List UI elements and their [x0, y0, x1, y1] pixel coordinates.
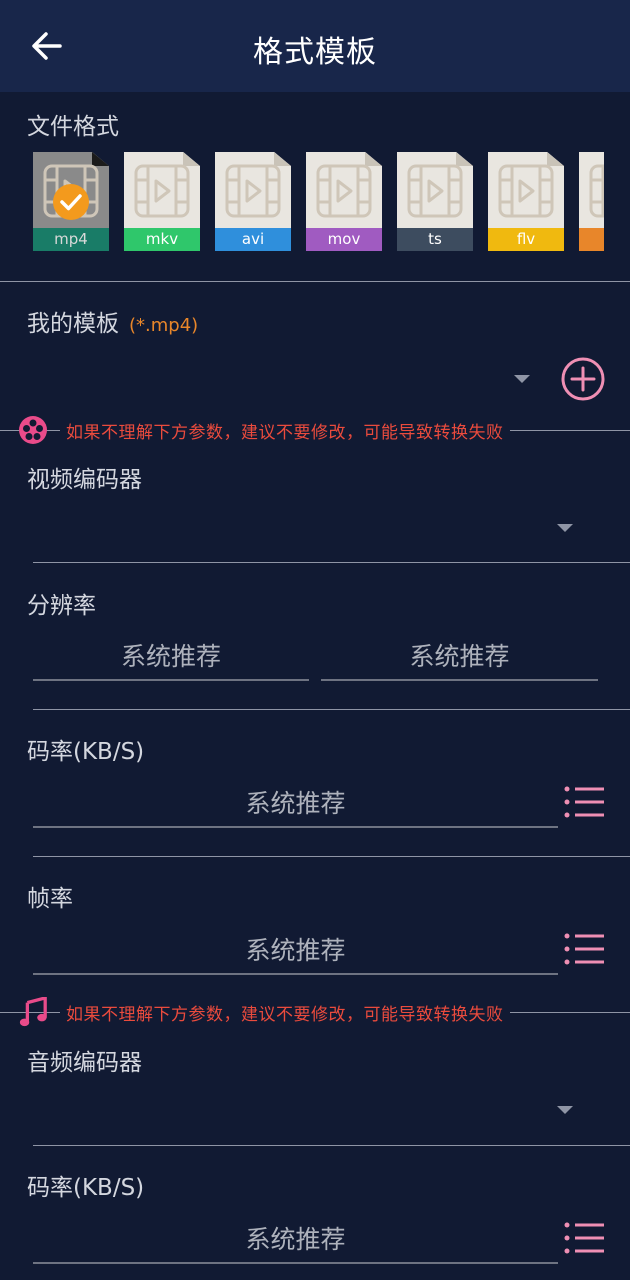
video-file-icon — [589, 164, 604, 218]
audio-codec-dropdown-arrow[interactable] — [557, 1106, 573, 1114]
format-label: ts — [397, 228, 473, 251]
page-title: 格式模板 — [253, 35, 377, 70]
resolution-height-input[interactable]: 系统推荐 — [321, 635, 598, 681]
list-icon[interactable] — [563, 932, 605, 966]
video-codec-dropdown-arrow[interactable] — [557, 524, 573, 532]
my-template-label: 我的模板 (*.mp4) — [27, 311, 199, 337]
divider — [0, 281, 630, 282]
format-item-mkv[interactable]: mkv — [124, 152, 200, 251]
video-file-icon — [498, 164, 554, 218]
format-label: mov — [306, 228, 382, 251]
template-dropdown-arrow[interactable] — [514, 375, 530, 383]
audio-bitrate-label: 码率(KB/S) — [27, 1175, 145, 1201]
format-item-w[interactable]: w — [579, 152, 604, 251]
music-note-icon — [19, 997, 47, 1027]
video-file-icon — [134, 164, 190, 218]
video-warning-text: 如果不理解下方参数，建议不要修改，可能导致转换失败 — [60, 418, 510, 443]
format-label: mp4 — [33, 228, 109, 251]
video-codec-label: 视频编码器 — [27, 467, 142, 493]
audio-warning: 如果不理解下方参数，建议不要修改，可能导致转换失败 — [0, 997, 630, 1027]
video-bitrate-label: 码率(KB/S) — [27, 739, 145, 765]
video-warning: 如果不理解下方参数，建议不要修改，可能导致转换失败 — [0, 415, 630, 445]
format-item-ts[interactable]: ts — [397, 152, 473, 251]
check-circle-icon — [53, 184, 89, 220]
format-label: w — [579, 228, 604, 251]
format-label: mkv — [124, 228, 200, 251]
format-item-avi[interactable]: avi — [215, 152, 291, 251]
template-extension: (*.mp4) — [129, 315, 199, 336]
film-reel-icon — [19, 416, 47, 444]
video-bitrate-input[interactable]: 系统推荐 — [33, 782, 558, 828]
audio-bitrate-input[interactable]: 系统推荐 — [33, 1218, 558, 1264]
divider — [33, 856, 630, 857]
plus-circle-icon[interactable] — [560, 356, 606, 402]
frame-rate-input[interactable]: 系统推荐 — [33, 929, 558, 975]
app-header: 格式模板 — [0, 0, 630, 92]
audio-warning-text: 如果不理解下方参数，建议不要修改，可能导致转换失败 — [60, 1000, 510, 1025]
video-file-icon — [225, 164, 281, 218]
list-icon[interactable] — [563, 1221, 605, 1255]
format-item-mov[interactable]: mov — [306, 152, 382, 251]
format-item-flv[interactable]: flv — [488, 152, 564, 251]
resolution-width-input[interactable]: 系统推荐 — [33, 635, 309, 681]
file-format-label: 文件格式 — [27, 114, 119, 140]
format-item-mp4[interactable]: mp4 — [33, 152, 109, 251]
video-file-icon — [316, 164, 372, 218]
format-label: flv — [488, 228, 564, 251]
format-label: avi — [215, 228, 291, 251]
divider — [33, 709, 630, 710]
list-icon[interactable] — [563, 785, 605, 819]
format-list: mp4 mkvavimovtsflvw — [33, 152, 604, 252]
resolution-label: 分辨率 — [27, 593, 96, 619]
video-codec-underline — [33, 562, 630, 563]
audio-codec-underline — [33, 1145, 630, 1146]
video-file-icon — [407, 164, 463, 218]
frame-rate-label: 帧率 — [27, 886, 73, 912]
audio-codec-label: 音频编码器 — [27, 1050, 142, 1076]
